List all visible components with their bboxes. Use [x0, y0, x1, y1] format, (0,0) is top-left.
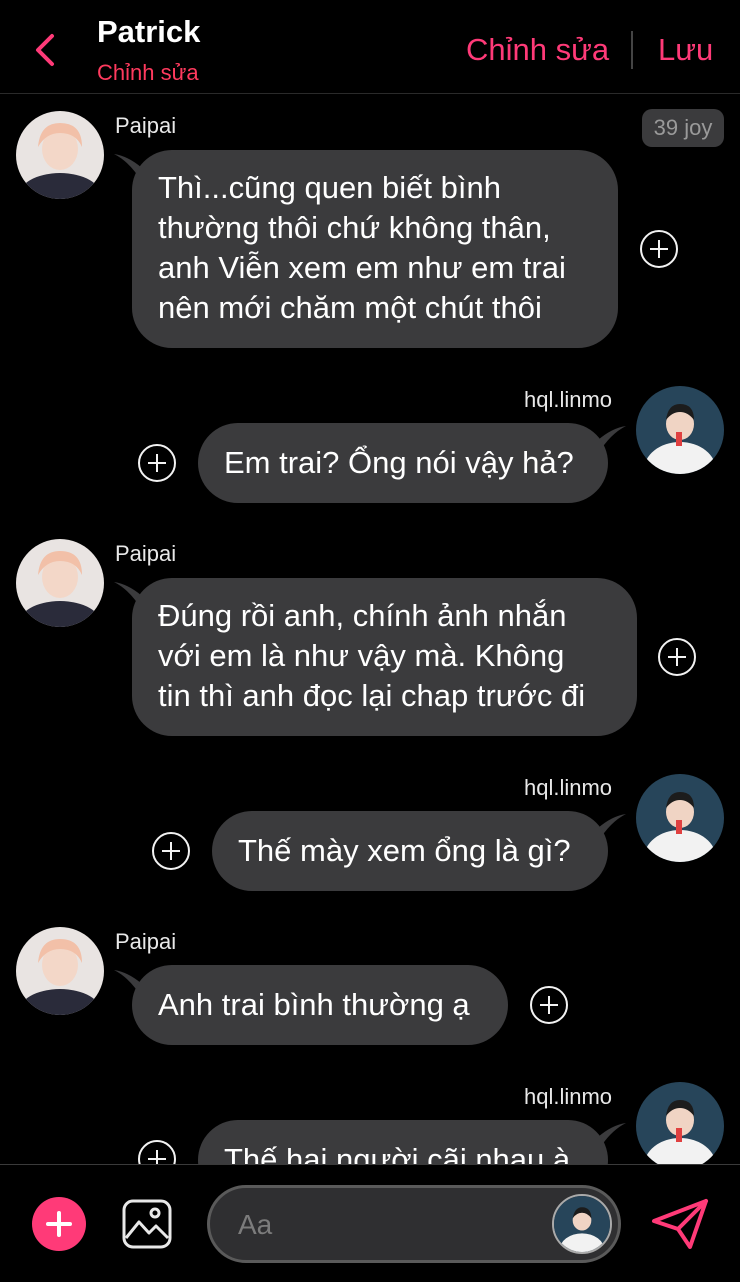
paipai-avatar[interactable]	[16, 111, 104, 199]
sender-avatar-icon[interactable]	[552, 1194, 612, 1254]
edit-button[interactable]: Chỉnh sửa	[466, 32, 609, 68]
add-plus-icon[interactable]	[32, 1197, 86, 1251]
message-bubble[interactable]: Đúng rồi anh, chính ảnh nhắn với em là n…	[132, 578, 637, 736]
composer-bar	[0, 1164, 740, 1282]
message-bubble[interactable]: Anh trai bình thường ạ	[132, 965, 508, 1045]
contact-name: Patrick	[97, 14, 201, 49]
add-reaction-icon[interactable]	[530, 986, 568, 1024]
message-text: Em trai? Ổng nói vậy hả?	[224, 445, 574, 480]
message-bubble[interactable]: Thế hai người cãi nhau à	[198, 1120, 608, 1164]
image-picker-icon[interactable]	[121, 1198, 173, 1250]
message-text: nên mới chăm một chút thôi	[158, 290, 542, 325]
message-bubble[interactable]: Em trai? Ổng nói vậy hả?	[198, 423, 608, 503]
message-input[interactable]	[236, 1200, 540, 1250]
add-reaction-icon[interactable]	[138, 444, 176, 482]
sender-name: hql.linmo	[524, 387, 613, 412]
message-text: thường thôi chứ không thân,	[158, 210, 551, 245]
chat-area[interactable]: 39 joy Paipai Thì...cũng quen biết bình …	[0, 94, 740, 1164]
add-reaction-icon[interactable]	[658, 638, 696, 676]
linmo-avatar[interactable]	[636, 1082, 724, 1164]
add-reaction-icon[interactable]	[640, 230, 678, 268]
message-text: với em là như vậy mà. Không	[158, 638, 565, 673]
message-input-box[interactable]	[207, 1185, 621, 1263]
send-icon[interactable]	[650, 1197, 710, 1251]
joy-badge: 39 joy	[642, 109, 724, 147]
linmo-avatar[interactable]	[636, 386, 724, 474]
add-reaction-icon[interactable]	[152, 832, 190, 870]
message-text: Thế hai người cãi nhau à	[224, 1142, 571, 1164]
add-reaction-icon[interactable]	[138, 1140, 176, 1164]
message-text: anh Viễn xem em như em trai	[158, 250, 566, 285]
message-text: Đúng rồi anh, chính ảnh nhắn	[158, 598, 567, 633]
sender-name: Paipai	[115, 541, 177, 566]
chat-header: Patrick Chỉnh sửa Chỉnh sửa Lưu	[0, 0, 740, 94]
header-divider	[631, 31, 633, 69]
linmo-avatar[interactable]	[636, 774, 724, 862]
message-bubble[interactable]: Thì...cũng quen biết bình thường thôi ch…	[132, 150, 618, 348]
sender-name: hql.linmo	[524, 1084, 613, 1109]
message-text: Thì...cũng quen biết bình	[158, 170, 501, 205]
message-text: tin thì anh đọc lại chap trước đi	[158, 678, 586, 713]
paipai-avatar[interactable]	[16, 539, 104, 627]
back-chevron-icon[interactable]	[30, 30, 60, 70]
sender-name: Paipai	[115, 929, 177, 954]
sender-name: hql.linmo	[524, 775, 613, 800]
message-text: Thế mày xem ổng là gì?	[238, 833, 571, 868]
contact-subtitle[interactable]: Chỉnh sửa	[97, 60, 199, 86]
sender-name: Paipai	[115, 113, 177, 138]
message-text: Anh trai bình thường ạ	[158, 987, 470, 1022]
save-button[interactable]: Lưu	[658, 32, 713, 68]
paipai-avatar[interactable]	[16, 927, 104, 1015]
message-bubble[interactable]: Thế mày xem ổng là gì?	[212, 811, 608, 891]
